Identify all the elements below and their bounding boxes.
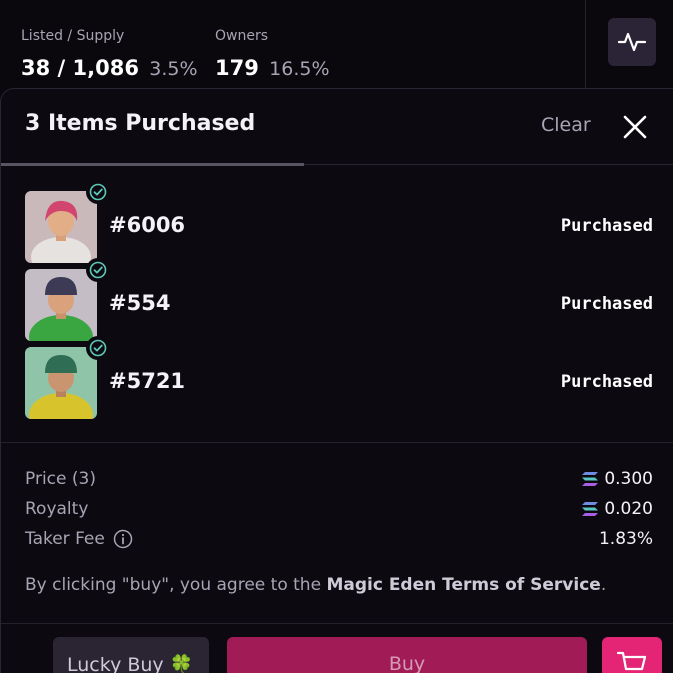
- taker-fee-value: 1.83%: [598, 529, 653, 549]
- price-value: 0.300: [604, 469, 653, 489]
- verified-check-icon: [89, 183, 107, 201]
- royalty-value: 0.020: [604, 499, 653, 519]
- owners-label: Owners: [215, 28, 269, 44]
- listed-supply-count: 38 / 1,086: [21, 56, 139, 80]
- collection-stats: Listed / Supply 38 / 1,086 3.5% Owners 1…: [0, 0, 673, 90]
- item-status: Purchased: [560, 294, 653, 314]
- close-icon: [623, 115, 647, 139]
- list-item[interactable]: #554 Purchased: [25, 258, 653, 347]
- panel-header: 3 Items Purchased Clear: [1, 89, 673, 166]
- purchased-items-list: #6006 Purchased #554 Purchased #5721 Pur…: [25, 180, 653, 425]
- list-item[interactable]: #5721 Purchased: [25, 336, 653, 425]
- clear-button[interactable]: Clear: [541, 114, 591, 136]
- listed-percent: 3.5%: [149, 58, 198, 80]
- nft-thumbnail: [25, 191, 97, 263]
- owners-count: 179: [215, 56, 259, 80]
- header-tab-indicator: [1, 163, 304, 166]
- royalty-value-group: 0.020: [582, 499, 653, 519]
- solana-icon: [582, 472, 599, 486]
- terms-text: By clicking "buy", you agree to the Magi…: [25, 575, 606, 595]
- terms-suffix: .: [600, 575, 607, 595]
- cart-button[interactable]: [602, 637, 662, 673]
- list-item[interactable]: #6006 Purchased: [25, 180, 653, 269]
- verified-check-icon: [89, 339, 107, 357]
- summary-divider: [1, 442, 673, 443]
- cart-icon: [617, 651, 647, 671]
- lucky-buy-button[interactable]: Lucky Buy 🍀: [53, 637, 209, 673]
- owners-value: 179 16.5%: [215, 56, 330, 80]
- listed-supply-stat: Listed / Supply 38 / 1,086 3.5%: [21, 28, 198, 80]
- verified-check: [86, 336, 110, 360]
- nft-thumbnail: [25, 269, 97, 341]
- owners-percent: 16.5%: [269, 58, 330, 80]
- owners-stat: Owners 179 16.5%: [215, 28, 330, 80]
- panel-title: 3 Items Purchased: [25, 111, 256, 136]
- taker-fee-row: Taker Fee 1.83%: [25, 529, 653, 553]
- info-icon[interactable]: [113, 529, 133, 549]
- taker-fee-label-group: Taker Fee: [25, 529, 133, 549]
- listed-supply-label: Listed / Supply: [21, 28, 125, 44]
- stats-divider: [585, 0, 586, 90]
- buy-button[interactable]: Buy: [227, 637, 587, 673]
- item-status: Purchased: [560, 216, 653, 236]
- verified-check: [86, 180, 110, 204]
- listed-supply-value: 38 / 1,086 3.5%: [21, 56, 198, 80]
- price-row: Price (3) 0.300: [25, 469, 653, 493]
- item-status: Purchased: [560, 372, 653, 392]
- terms-prefix: By clicking "buy", you agree to the: [25, 575, 327, 595]
- nft-thumbnail: [25, 347, 97, 419]
- royalty-label: Royalty: [25, 499, 89, 519]
- royalty-row: Royalty 0.020: [25, 499, 653, 523]
- item-name: #554: [109, 291, 171, 315]
- close-button[interactable]: [619, 111, 651, 143]
- purchase-panel: 3 Items Purchased Clear #6006 Purchased …: [0, 88, 673, 673]
- terms-of-service-link[interactable]: Magic Eden Terms of Service: [326, 575, 600, 595]
- activity-button[interactable]: [608, 18, 656, 66]
- activity-icon: [618, 32, 646, 52]
- footer-divider: [1, 623, 673, 624]
- item-name: #6006: [109, 213, 186, 237]
- verified-check: [86, 258, 110, 282]
- item-name: #5721: [109, 369, 186, 393]
- taker-fee-label: Taker Fee: [25, 529, 105, 549]
- solana-icon: [582, 502, 599, 516]
- price-label: Price (3): [25, 469, 96, 489]
- verified-check-icon: [89, 261, 107, 279]
- price-value-group: 0.300: [582, 469, 653, 489]
